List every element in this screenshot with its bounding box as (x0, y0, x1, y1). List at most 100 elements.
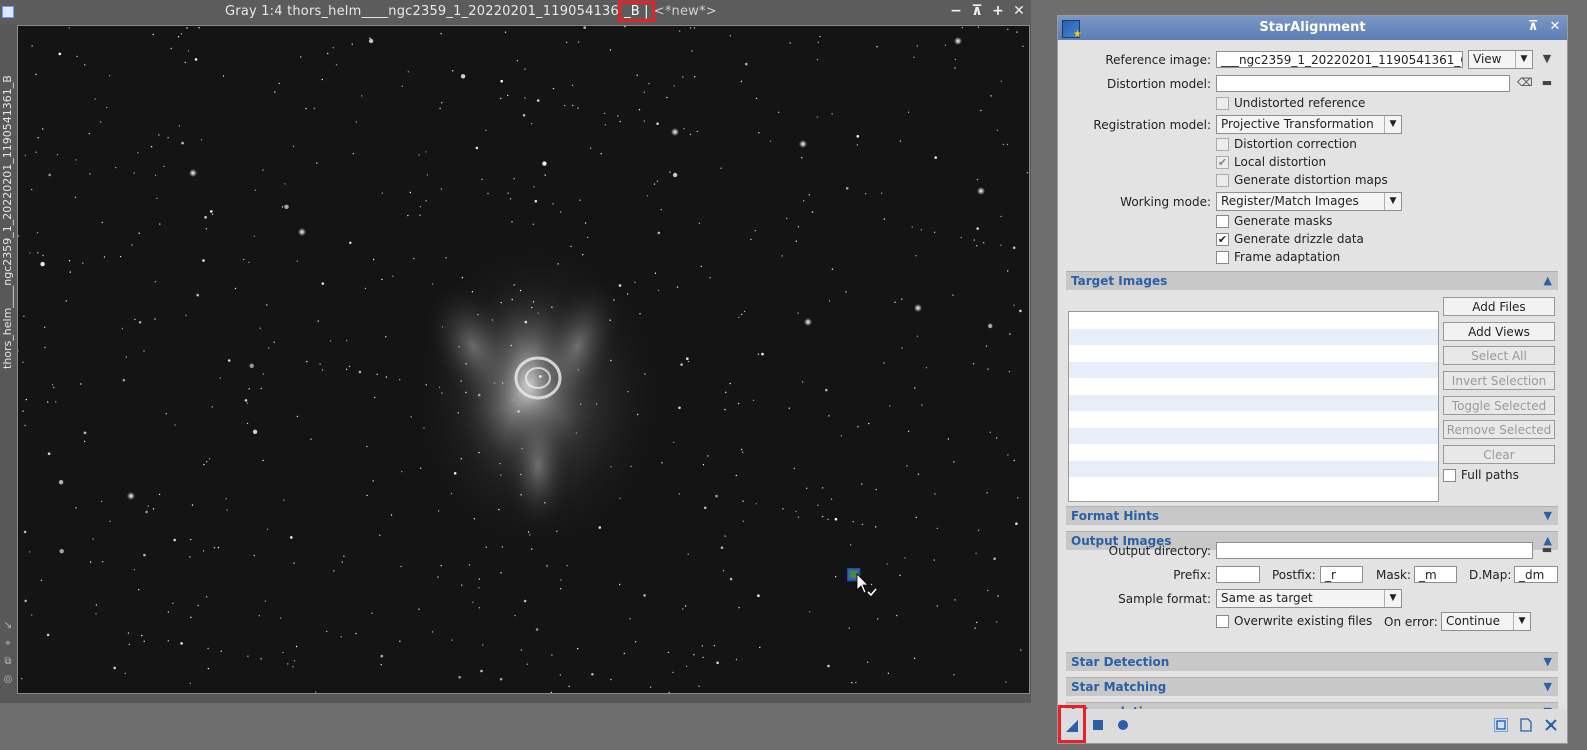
section-target-images[interactable]: Target Images ▲ (1066, 271, 1558, 290)
star-point (174, 424, 176, 426)
close-icon[interactable]: ✕ (1548, 20, 1562, 34)
window-menu-icon[interactable] (2, 6, 14, 18)
section-format-hints[interactable]: Format Hints ▼ (1066, 506, 1558, 525)
dropdown-arrow-icon[interactable]: ▼ (1540, 52, 1554, 66)
clear-field-icon[interactable]: ⌫ (1517, 76, 1533, 90)
reference-image-field[interactable]: ___ngc2359_1_20220201_1190541361_G (1216, 51, 1463, 68)
star-point (18, 235, 20, 237)
star-point (452, 70, 454, 72)
reset-icon[interactable] (1544, 718, 1558, 732)
section-star-matching[interactable]: Star Matching ▼ (1066, 677, 1558, 696)
reference-mode-select[interactable]: View ▼ (1468, 50, 1533, 69)
select-all-button[interactable]: Select All (1443, 346, 1555, 365)
expand-icon[interactable]: ▼ (1544, 678, 1552, 696)
edit-instance-source-icon[interactable] (1519, 718, 1533, 732)
star-point (915, 255, 917, 257)
star-point (507, 192, 509, 194)
star-point (795, 240, 797, 242)
star-point (380, 664, 382, 666)
invert-selection-button[interactable]: Invert Selection (1443, 371, 1555, 390)
frame-adaptation-label: Frame adaptation (1234, 250, 1341, 264)
star-point (24, 154, 26, 156)
panel-titlebar[interactable]: ★ StarAlignment ⊼ ✕ (1058, 16, 1567, 40)
star-point (108, 75, 111, 77)
star-point (211, 406, 213, 408)
star-point (752, 399, 755, 401)
star-point (755, 503, 757, 505)
star-point (273, 341, 275, 343)
folder-icon[interactable]: ▬ (1540, 76, 1554, 90)
overwrite-existing-checkbox[interactable] (1216, 615, 1229, 628)
star-point (1015, 522, 1018, 525)
image-window-titlebar[interactable]: Gray 1:4 thors_helm____ngc2359_1_2022020… (0, 0, 1031, 24)
target-icon[interactable]: ◎ (2, 674, 14, 686)
shade-icon[interactable]: ⊼ (1526, 20, 1540, 34)
distortion-correction-checkbox[interactable] (1216, 138, 1229, 151)
star-point (584, 222, 587, 224)
frame-adaptation-checkbox[interactable] (1216, 251, 1229, 264)
add-views-button[interactable]: Add Views (1443, 322, 1555, 341)
star-point (577, 369, 579, 371)
on-error-select[interactable]: Continue ▼ (1441, 612, 1531, 631)
star-point (262, 459, 264, 462)
shade-icon[interactable]: ⊼ (969, 3, 985, 19)
star-point (819, 35, 821, 38)
star-point (741, 313, 743, 316)
expand-icon[interactable]: ▼ (1544, 507, 1552, 525)
star-point (883, 218, 886, 220)
expand-icon[interactable]: ▼ (1544, 653, 1552, 671)
star-point (219, 377, 221, 379)
star-point (1022, 45, 1024, 47)
dmap-field[interactable]: _dm (1514, 566, 1558, 583)
apply-global-icon[interactable] (1091, 718, 1105, 732)
crosshair-icon[interactable]: ⌖ (2, 638, 14, 650)
apply-icon[interactable] (1116, 718, 1130, 732)
star-point (409, 191, 412, 194)
star-point (47, 452, 51, 456)
star-point (333, 570, 335, 572)
distortion-correction-label: Distortion correction (1234, 137, 1357, 151)
full-paths-checkbox[interactable] (1443, 469, 1456, 482)
prefix-field[interactable] (1216, 566, 1260, 583)
image-identifier-label[interactable]: thors_helm____ngc2359_1_20220201_1190541… (1, 75, 14, 369)
toggle-selected-button[interactable]: Toggle Selected (1443, 396, 1555, 415)
clear-button[interactable]: Clear (1443, 445, 1555, 464)
generate-drizzle-data-checkbox[interactable]: ✔ (1216, 233, 1229, 246)
star-point (534, 199, 538, 203)
local-distortion-checkbox[interactable]: ✔ (1216, 156, 1229, 169)
distortion-model-field[interactable] (1216, 75, 1510, 92)
zoom-fit-icon[interactable]: ↘ (2, 620, 14, 632)
section-star-detection[interactable]: Star Detection ▼ (1066, 652, 1558, 671)
star-point (629, 618, 631, 620)
star-point (44, 346, 46, 349)
star-point (253, 235, 255, 237)
folder-icon[interactable]: ▬ (1540, 543, 1554, 557)
collapse-icon[interactable]: ▲ (1544, 272, 1552, 290)
registration-model-select[interactable]: Projective Transformation ▼ (1216, 115, 1402, 134)
output-directory-field[interactable] (1216, 542, 1533, 559)
clone-icon[interactable]: ⧉ (2, 656, 14, 668)
remove-selected-button[interactable]: Remove Selected (1443, 420, 1555, 439)
undistorted-reference-checkbox[interactable] (1216, 97, 1229, 110)
postfix-field[interactable]: _r (1320, 566, 1363, 583)
star-point (650, 686, 652, 688)
minimize-icon[interactable]: − (948, 3, 964, 19)
close-icon[interactable]: ✕ (1011, 3, 1027, 19)
browse-documentation-icon[interactable] (1494, 718, 1508, 732)
add-files-button[interactable]: Add Files (1443, 297, 1555, 316)
target-images-list[interactable] (1068, 311, 1439, 502)
star-point (268, 347, 270, 349)
image-canvas[interactable] (17, 25, 1030, 694)
generate-distortion-maps-checkbox[interactable] (1216, 174, 1229, 187)
mask-field[interactable]: _m (1414, 566, 1457, 583)
star-point (247, 655, 249, 657)
sample-format-select[interactable]: Same as target ▼ (1216, 589, 1402, 608)
star-point (461, 584, 463, 586)
generate-masks-checkbox[interactable] (1216, 215, 1229, 228)
new-instance-icon[interactable] (1065, 719, 1079, 733)
working-mode-select[interactable]: Register/Match Images ▼ (1216, 192, 1402, 211)
maximize-icon[interactable]: + (990, 3, 1006, 19)
star-point (816, 58, 819, 61)
star-point (25, 398, 28, 401)
star-point (793, 467, 795, 470)
